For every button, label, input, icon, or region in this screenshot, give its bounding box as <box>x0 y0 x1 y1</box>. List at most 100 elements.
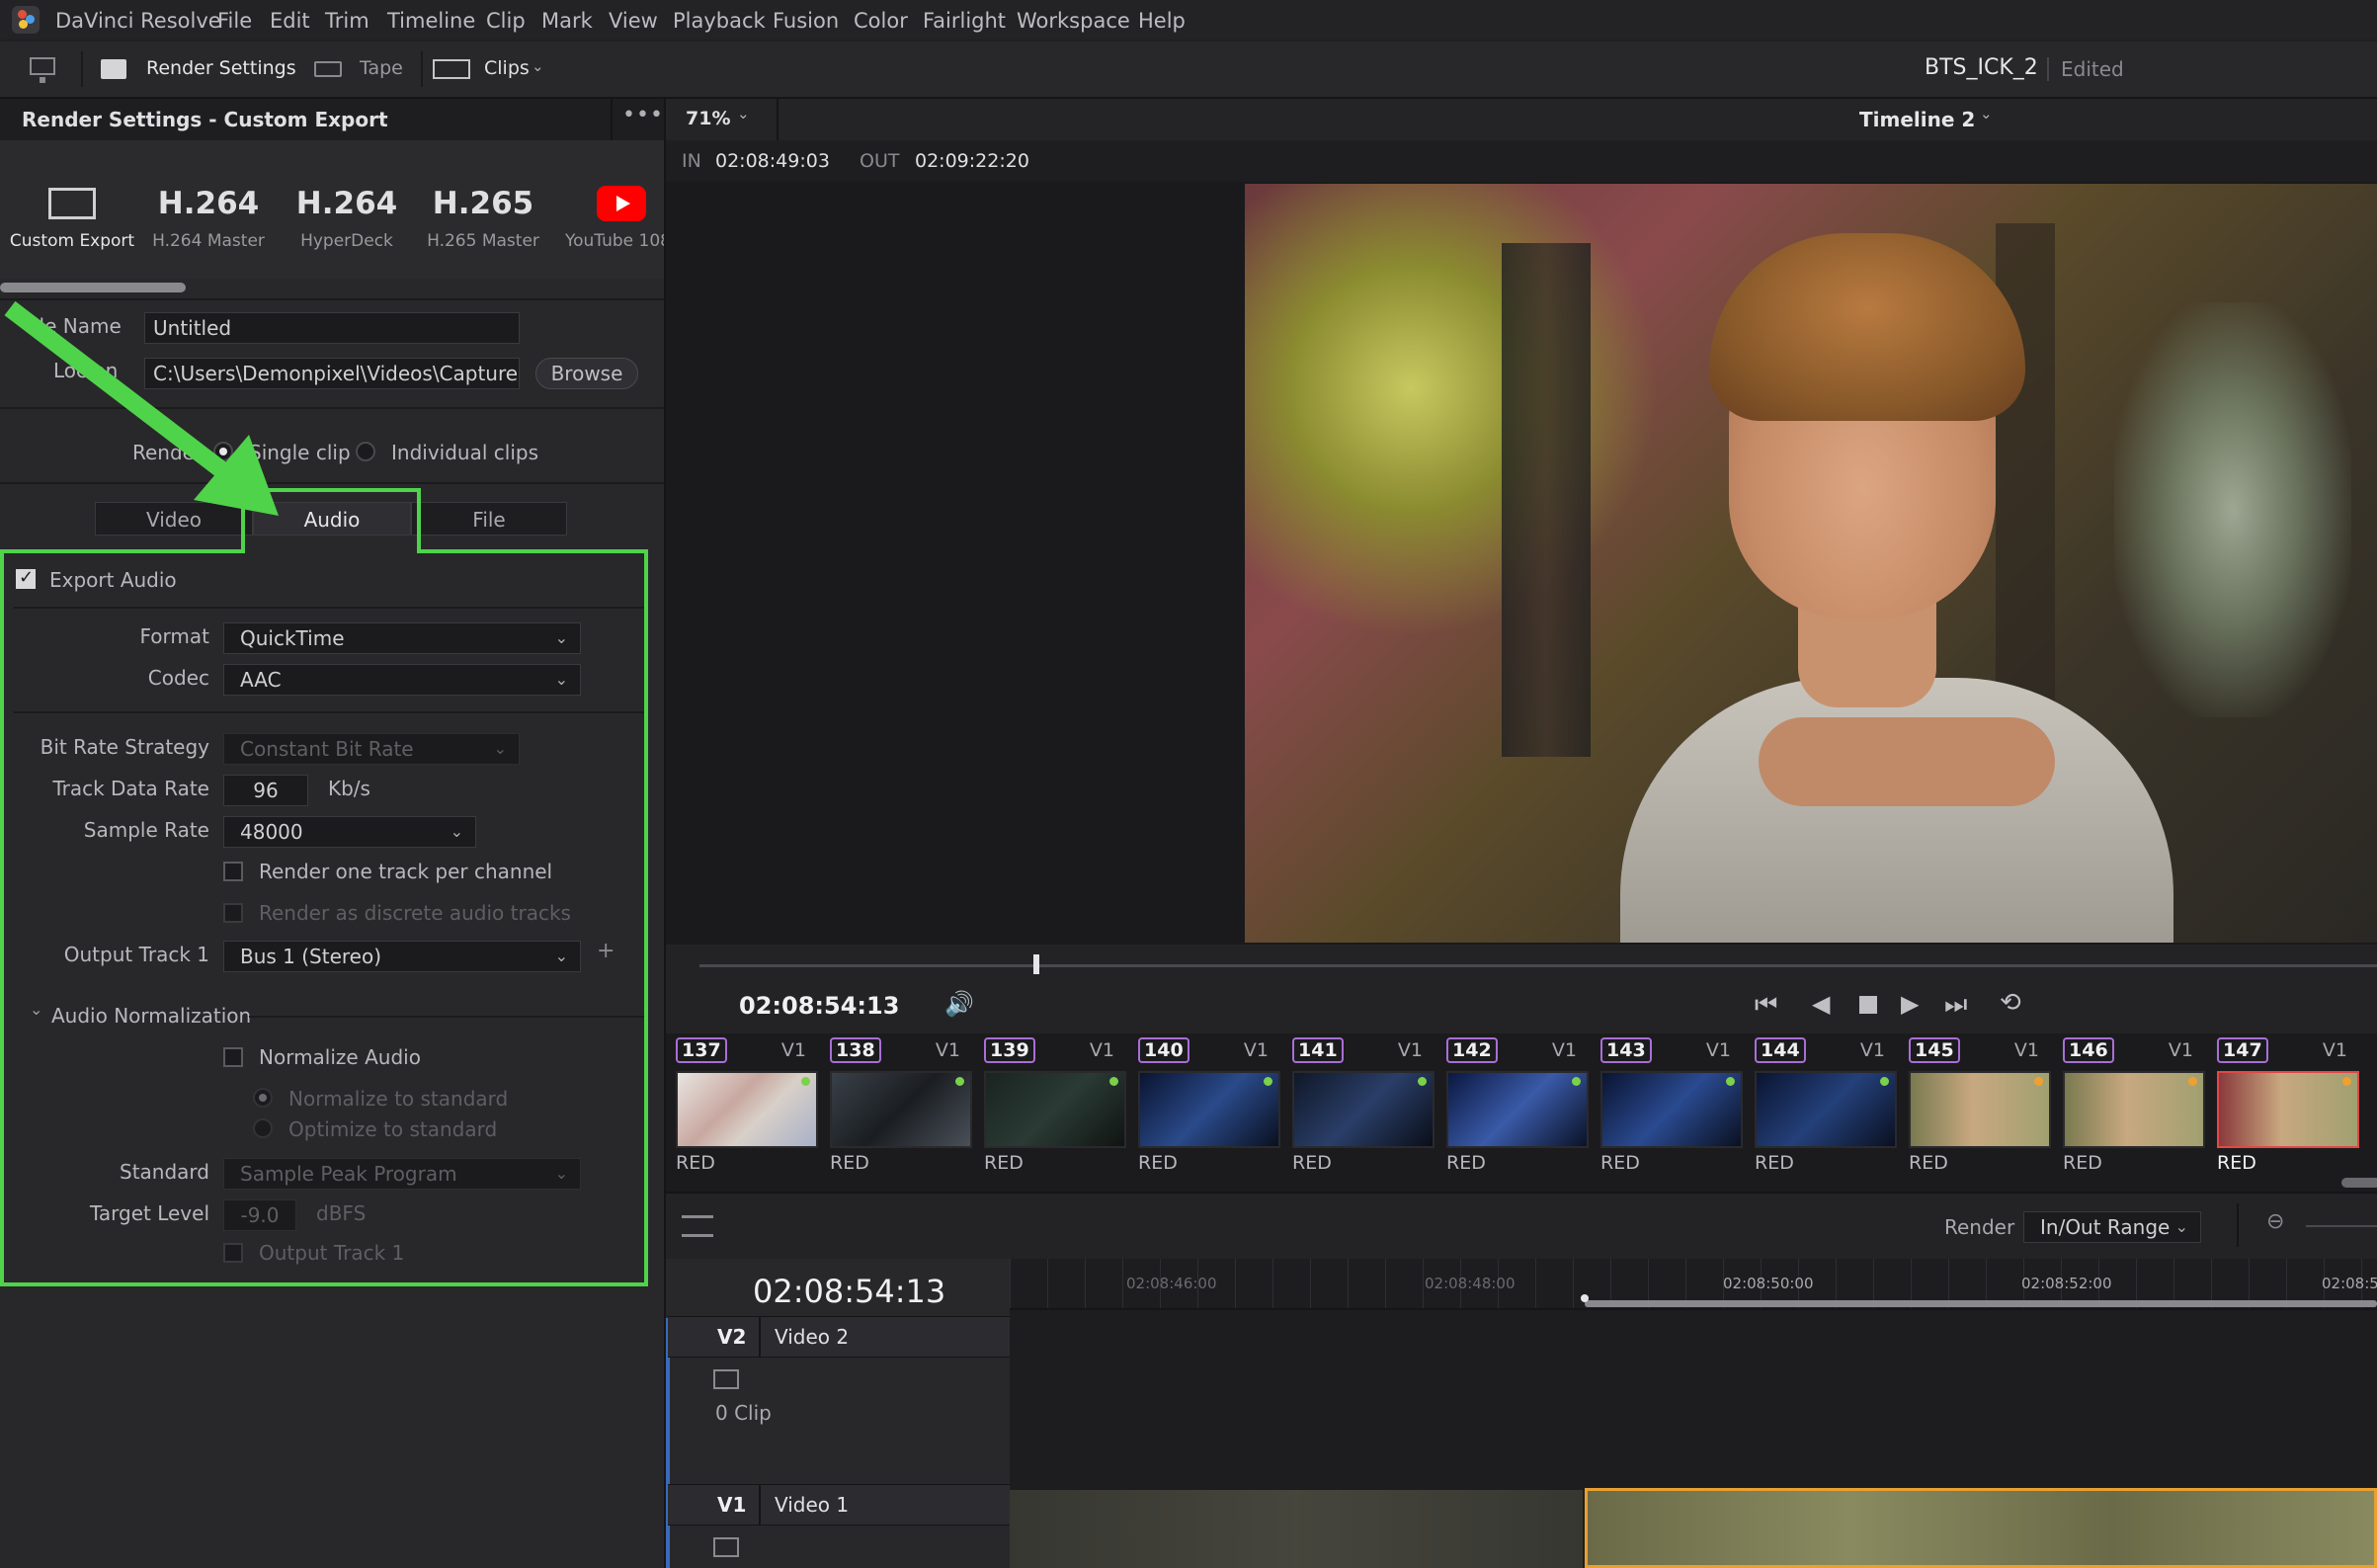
preset-label: H.264 Master <box>152 231 265 251</box>
skip-to-end-icon[interactable]: ⏭ <box>1944 990 1967 1021</box>
render-range-dropdown[interactable]: In/Out Range ⌄ <box>2023 1211 2201 1243</box>
audio-tab-highlight-gap <box>245 545 417 553</box>
preset-h264-master[interactable]: H.264 H.264 Master <box>140 184 277 251</box>
track-name-v1: Video 1 <box>775 1493 850 1517</box>
track-header-v2[interactable]: V2 Video 2 <box>668 1316 1010 1358</box>
menu-timeline[interactable]: Timeline <box>387 9 475 33</box>
loop-icon[interactable]: ⟲ <box>2000 988 2021 1018</box>
clip-number: 142 <box>1446 1037 1498 1063</box>
playhead-handle[interactable] <box>1033 954 1039 974</box>
menu-app[interactable]: DaVinci Resolve <box>55 9 221 33</box>
preset-codec: H.264 <box>295 186 398 221</box>
v1-clip-dim[interactable] <box>1010 1490 1583 1568</box>
preset-custom-export[interactable]: Custom Export <box>4 184 140 251</box>
menu-clip[interactable]: Clip <box>486 9 526 33</box>
tape-button[interactable]: Tape <box>360 57 403 79</box>
chevron-down-icon[interactable]: ⌄ <box>1980 105 1993 123</box>
youtube-icon <box>597 186 646 221</box>
clip-number: 144 <box>1755 1037 1806 1063</box>
menu-view[interactable]: View <box>609 9 658 33</box>
individual-clips-radio[interactable] <box>356 442 375 461</box>
menu-help[interactable]: Help <box>1138 9 1186 33</box>
in-out-bar: IN 02:08:49:03 OUT 02:09:22:20 <box>666 140 2377 182</box>
clip-status-dot-icon <box>1264 1077 1272 1086</box>
clip-number: 138 <box>830 1037 881 1063</box>
davinci-logo-icon[interactable] <box>12 6 40 34</box>
preset-hyperdeck[interactable]: H.264 HyperDeck <box>279 184 415 251</box>
viewer-header: 71% ⌄ Timeline 2 ⌄ <box>666 99 2377 140</box>
ruler-label: 02:08:46:00 <box>1126 1275 1217 1292</box>
title-separator <box>2047 57 2049 81</box>
menu-mark[interactable]: Mark <box>541 9 593 33</box>
ruler-label: 02:08:50:00 <box>1723 1275 1814 1292</box>
timeline-name[interactable]: Timeline 2 <box>1859 108 1975 131</box>
zoom-level[interactable]: 71% <box>686 108 730 129</box>
clip-codec: RED <box>1138 1152 1178 1174</box>
clip-status-dot-icon <box>1880 1077 1889 1086</box>
film-icon <box>48 188 96 219</box>
clip-status-dot-icon <box>2342 1077 2351 1086</box>
tab-file[interactable]: File <box>411 502 567 536</box>
chevron-down-icon[interactable]: ⌄ <box>532 57 544 75</box>
divider <box>2237 1203 2239 1247</box>
menu-edit[interactable]: Edit <box>270 9 310 33</box>
annotation-arrow-icon <box>4 300 279 516</box>
render-settings-button[interactable]: Render Settings <box>146 57 296 79</box>
clapper-icon[interactable] <box>101 59 126 79</box>
ruler-label: 02:08:52:00 <box>2021 1275 2112 1292</box>
menu-playback[interactable]: Playback <box>673 9 766 33</box>
menu-trim[interactable]: Trim <box>325 9 369 33</box>
clip-codec: RED <box>1909 1152 1948 1174</box>
clip-track: V1 <box>780 1039 806 1061</box>
preset-h265-master[interactable]: H.265 H.265 Master <box>415 184 551 251</box>
menu-fusion[interactable]: Fusion <box>773 9 839 33</box>
tape-icon[interactable] <box>314 61 342 77</box>
clip-status-dot-icon <box>801 1077 810 1086</box>
menu-file[interactable]: File <box>217 9 252 33</box>
ruler-label: 02:08:5 <box>2322 1275 2377 1292</box>
preset-youtube[interactable]: YouTube 108 <box>553 184 664 251</box>
audio-settings-highlight <box>0 549 648 1286</box>
timeline-tracks[interactable] <box>1010 1259 2377 1568</box>
menu-workspace[interactable]: Workspace <box>1017 9 1130 33</box>
more-options-icon[interactable]: ••• <box>622 103 664 127</box>
browse-button[interactable]: Browse <box>535 358 638 389</box>
playhead-marker[interactable] <box>1581 1294 1589 1302</box>
clip-number: 141 <box>1292 1037 1344 1063</box>
individual-clips-label[interactable]: Individual clips <box>391 441 538 464</box>
preset-scrollbar[interactable] <box>0 283 186 292</box>
menu-color[interactable]: Color <box>854 9 908 33</box>
v1-clip-selected[interactable] <box>1585 1488 2377 1568</box>
clip-status-dot-icon <box>1726 1077 1735 1086</box>
menu-fairlight[interactable]: Fairlight <box>923 9 1006 33</box>
clips-button[interactable]: Clips <box>484 57 530 79</box>
clip-number: 137 <box>676 1037 727 1063</box>
preset-codec: H.265 <box>432 186 534 221</box>
track-header-v1[interactable]: V1 Video 1 <box>668 1484 1010 1526</box>
zoom-out-icon[interactable]: ⊖ <box>2266 1209 2284 1234</box>
step-back-icon[interactable]: ◀ <box>1812 990 1830 1018</box>
in-out-range-bar[interactable] <box>1585 1300 2377 1307</box>
clip-status-dot-icon <box>1109 1077 1118 1086</box>
clip-strip-scrollbar[interactable] <box>2341 1178 2377 1188</box>
film-icon[interactable] <box>713 1537 739 1557</box>
play-icon[interactable]: ▶ <box>1901 990 1919 1018</box>
preset-codec: H.264 <box>157 186 260 221</box>
stop-icon[interactable] <box>1859 996 1877 1014</box>
render-queue-icon[interactable] <box>682 1215 713 1237</box>
clips-icon[interactable] <box>433 59 470 79</box>
clip-track: V1 <box>2013 1039 2039 1061</box>
toolbar: Render Settings Tape Clips ⌄ BTS_ICK_2 E… <box>0 41 2377 99</box>
preset-label: Custom Export <box>9 231 135 251</box>
skip-to-start-icon[interactable]: ⏮ <box>1755 990 1777 1021</box>
header-divider <box>777 99 779 140</box>
scrubber-track[interactable] <box>699 964 2377 967</box>
header-divider <box>611 99 613 140</box>
zoom-slider[interactable] <box>2306 1225 2377 1227</box>
track-label-v1: V1 <box>717 1493 747 1517</box>
monitor-icon[interactable] <box>30 57 55 75</box>
in-timecode: 02:08:49:03 <box>715 150 830 172</box>
film-icon[interactable] <box>713 1369 739 1389</box>
chevron-down-icon[interactable]: ⌄ <box>737 105 750 123</box>
volume-icon[interactable]: 🔊 <box>944 990 974 1018</box>
